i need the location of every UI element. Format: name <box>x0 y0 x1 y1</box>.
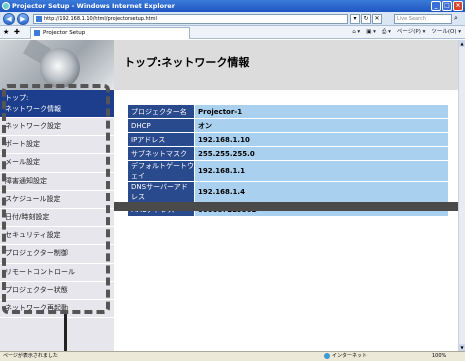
search-input[interactable]: Live Search <box>394 14 452 24</box>
table-value: 192.168.1.10 <box>195 133 448 146</box>
stop-button[interactable]: ✕ <box>372 14 382 24</box>
page-menu-button[interactable]: ページ(P) ▾ <box>397 28 426 37</box>
url-field[interactable]: http://192.168.1.10/html/projectorsetup.… <box>33 14 348 24</box>
table-key: DHCP <box>128 119 194 132</box>
security-zone: インターネット <box>324 352 367 361</box>
page-header: トップ:ネットワーク情報 <box>114 40 458 90</box>
table-value: 192.168.1.4 <box>195 182 448 202</box>
scroll-up-arrow-icon[interactable]: ▲ <box>459 40 465 47</box>
globe-icon <box>324 352 330 359</box>
refresh-button[interactable]: ↻ <box>361 14 371 24</box>
table-row: DNSサーバーアドレス 192.168.1.4 <box>128 182 448 202</box>
zoom-level[interactable]: 100% <box>432 352 446 361</box>
home-button[interactable]: ⌂ ▾ <box>352 28 360 37</box>
tools-menu-button[interactable]: ツール(O) ▾ <box>431 28 461 37</box>
feeds-button[interactable]: ▣ ▾ <box>366 28 376 37</box>
tab-bar: ★ ✚ Projector Setup ⌂ ▾ ▣ ▾ ⎙ ▾ ページ(P) ▾… <box>0 26 465 39</box>
favorites-star-icon[interactable]: ★ <box>3 28 9 36</box>
zone-label: インターネット <box>332 353 368 359</box>
page-icon <box>36 16 42 22</box>
search-icon[interactable]: ⌕ <box>454 14 463 24</box>
table-row: プロジェクター名 Projector-1 <box>128 105 448 118</box>
table-row: デフォルトゲートウェイ 192.168.1.1 <box>128 161 448 181</box>
table-row: IPアドレス 192.168.1.10 <box>128 133 448 146</box>
table-row: サブネットマスク 255.255.255.0 <box>128 147 448 160</box>
tab-title: Projector Setup <box>43 30 86 36</box>
network-info-table: プロジェクター名 Projector-1 DHCP オン IPアドレス 192.… <box>127 104 449 217</box>
header-divider <box>114 90 458 93</box>
table-key: プロジェクター名 <box>128 105 194 118</box>
maximize-button[interactable]: □ <box>442 1 452 11</box>
menu-callout-frame <box>2 84 110 314</box>
close-button[interactable]: × <box>453 1 463 11</box>
scroll-down-arrow-icon[interactable]: ▼ <box>459 344 465 351</box>
vertical-scrollbar[interactable]: ▲ ▼ <box>458 40 465 351</box>
add-favorites-icon[interactable]: ✚ <box>14 28 20 36</box>
table-key: DNSサーバーアドレス <box>128 182 194 202</box>
browser-tab[interactable]: Projector Setup <box>30 27 190 39</box>
address-bar: ◀ ▶ http://192.168.1.10/html/projectorse… <box>0 12 465 26</box>
ie-icon <box>2 2 10 10</box>
table-value: Projector-1 <box>195 105 448 118</box>
table-value: 192.168.1.1 <box>195 161 448 181</box>
table-value: 255.255.255.0 <box>195 147 448 160</box>
projector-lens-logo <box>0 40 114 90</box>
forward-button[interactable]: ▶ <box>17 13 29 25</box>
table-value: オン <box>195 119 448 132</box>
window-title: Projector Setup - Windows Internet Explo… <box>12 2 175 10</box>
table-row: DHCP オン <box>128 119 448 132</box>
print-button[interactable]: ⎙ ▾ <box>382 28 391 37</box>
minimize-button[interactable]: _ <box>431 1 441 11</box>
status-text: ページが表示されました <box>3 353 58 359</box>
table-key: デフォルトゲートウェイ <box>128 161 194 181</box>
page-title: トップ:ネットワーク情報 <box>124 56 250 69</box>
status-bar: ページが表示されました インターネット 100% <box>0 351 465 361</box>
address-dropdown-button[interactable]: ▾ <box>350 14 360 24</box>
window-title-bar: Projector Setup - Windows Internet Explo… <box>0 0 465 12</box>
content-footer-bar <box>114 202 458 211</box>
table-key: IPアドレス <box>128 133 194 146</box>
url-text: http://192.168.1.10/html/projectorsetup.… <box>44 16 157 22</box>
table-key: サブネットマスク <box>128 147 194 160</box>
back-button[interactable]: ◀ <box>3 13 15 25</box>
page-icon <box>34 30 40 36</box>
